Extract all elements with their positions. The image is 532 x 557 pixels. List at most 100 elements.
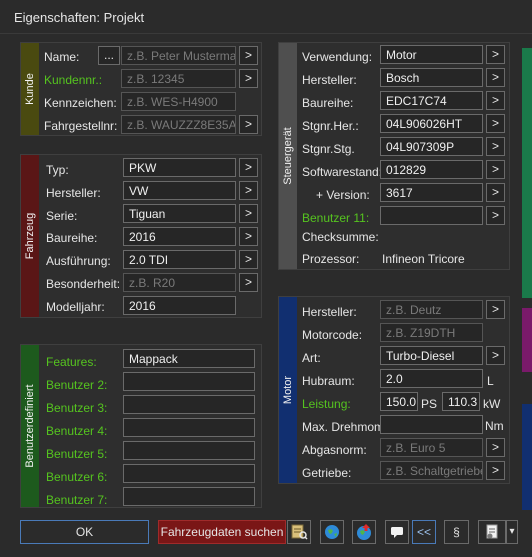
benutzer11-arrow-button[interactable]: > — [486, 206, 505, 225]
benutzer11-field[interactable] — [380, 206, 483, 225]
abgasnorm-arrow-button[interactable]: > — [486, 438, 505, 457]
hersteller-field[interactable]: VW — [123, 181, 236, 200]
serie-field[interactable]: Tiguan — [123, 204, 236, 223]
drehmoment-field[interactable] — [380, 415, 483, 434]
leistung-ps-field[interactable]: 150.0 — [380, 392, 418, 411]
hersteller-arrow-button[interactable]: > — [239, 181, 258, 200]
baureihe-field[interactable]: 2016 — [123, 227, 236, 246]
motor-hersteller-arrow-button[interactable]: > — [486, 300, 505, 319]
fahrzeugdaten-suchen-button[interactable]: Fahrzeugdaten suchen — [158, 520, 286, 544]
ausfuehrung-field[interactable]: 2.0 TDI — [123, 250, 236, 269]
fahrzeug-section-label: Fahrzeug — [24, 212, 36, 260]
version-field[interactable]: 3617 — [380, 183, 483, 202]
sg-baureihe-field[interactable]: EDC17C74 — [380, 91, 483, 110]
features-field[interactable]: Mappack — [123, 349, 255, 368]
sg-hersteller-field[interactable]: Bosch — [380, 68, 483, 87]
database-search-button[interactable] — [287, 520, 311, 544]
features-label: Features: — [46, 355, 97, 369]
benutzer5-field[interactable] — [123, 441, 255, 460]
typ-field[interactable]: PKW — [123, 158, 236, 177]
motor-hersteller-label: Hersteller: — [302, 305, 357, 319]
softwarestand-field[interactable]: 012829 — [380, 160, 483, 179]
paragraph-button[interactable]: § — [444, 520, 469, 544]
motor-strip: Motor — [279, 297, 297, 483]
steuergeraet-section-label: Steuergerät — [282, 127, 294, 185]
softwarestand-arrow-button[interactable]: > — [486, 160, 505, 179]
motor-section-label: Motor — [282, 375, 294, 405]
sg-hersteller-arrow-button[interactable]: > — [486, 68, 505, 87]
leistung-kw-field[interactable]: 110.3 — [442, 392, 480, 411]
benutzer2-field[interactable] — [123, 372, 255, 391]
besonderheit-arrow-button[interactable]: > — [239, 273, 258, 292]
benutzer-strip: Benutzerdefiniert — [21, 345, 39, 507]
art-arrow-button[interactable]: > — [486, 346, 505, 365]
stgnr-stg-label: Stgnr.Stg. — [302, 142, 355, 156]
verwendung-field[interactable]: Motor — [380, 45, 483, 64]
besonderheit-label: Besonderheit: — [46, 277, 121, 291]
benutzer4-label: Benutzer 4: — [46, 424, 108, 438]
benutzer6-field[interactable] — [123, 464, 255, 483]
globe-upload-button[interactable] — [352, 520, 376, 544]
verwendung-label: Verwendung: — [302, 50, 373, 64]
fahrgestell-field[interactable]: z.B. WAUZZZ8E35A235 — [121, 115, 236, 134]
kundennr-field[interactable]: z.B. 12345 — [121, 69, 236, 88]
globe-upload-icon — [357, 524, 371, 540]
benutzer3-field[interactable] — [123, 395, 255, 414]
abgasnorm-field[interactable]: z.B. Euro 5 — [380, 438, 483, 457]
version-arrow-button[interactable]: > — [486, 183, 505, 202]
document-settings-button[interactable] — [478, 520, 506, 544]
benutzer4-field[interactable] — [123, 418, 255, 437]
drehmoment-unit: Nm — [485, 419, 504, 433]
modelljahr-label: Modelljahr: — [46, 300, 105, 314]
besonderheit-field[interactable]: z.B. R20 — [123, 273, 236, 292]
ok-button[interactable]: OK — [20, 520, 149, 544]
sg-baureihe-arrow-button[interactable]: > — [486, 91, 505, 110]
name-dots-button[interactable]: ... — [98, 46, 120, 65]
motorcode-field[interactable]: z.B. Z19DTH — [380, 323, 483, 342]
stgnr-her-field[interactable]: 04L906026HT — [380, 114, 483, 133]
getriebe-label: Getriebe: — [302, 466, 352, 480]
version-label: + Version: — [316, 188, 370, 202]
art-field[interactable]: Turbo-Diesel — [380, 346, 483, 365]
benutzer5-label: Benutzer 5: — [46, 447, 108, 461]
collapse-button[interactable]: << — [412, 520, 436, 544]
typ-arrow-button[interactable]: > — [239, 158, 258, 177]
fahrgestell-arrow-button[interactable]: > — [239, 115, 258, 134]
prozessor-value: Infineon Tricore — [382, 252, 465, 266]
motor-hersteller-field[interactable]: z.B. Deutz — [380, 300, 483, 319]
benutzer7-field[interactable] — [123, 487, 255, 506]
fahrgestell-label: Fahrgestellnr: — [44, 119, 118, 133]
kennzeichen-label: Kennzeichen: — [44, 96, 117, 110]
serie-label: Serie: — [46, 209, 78, 223]
getriebe-field[interactable]: z.B. Schaltgetriebe — [380, 461, 483, 480]
getriebe-arrow-button[interactable]: > — [486, 461, 505, 480]
ausfuehrung-arrow-button[interactable]: > — [239, 250, 258, 269]
database-search-icon — [291, 524, 308, 540]
stgnr-her-arrow-button[interactable]: > — [486, 114, 505, 133]
steuergeraet-strip: Steuergerät — [279, 43, 297, 269]
name-arrow-button[interactable]: > — [239, 46, 258, 65]
baureihe-arrow-button[interactable]: > — [239, 227, 258, 246]
document-gear-icon — [486, 524, 498, 539]
serie-arrow-button[interactable]: > — [239, 204, 258, 223]
hubraum-field[interactable]: 2.0 — [380, 369, 483, 388]
benutzer2-label: Benutzer 2: — [46, 378, 108, 392]
kundennr-arrow-button[interactable]: > — [239, 69, 258, 88]
modelljahr-field[interactable]: 2016 — [123, 296, 236, 315]
sg-hersteller-label: Hersteller: — [302, 73, 357, 87]
stgnr-stg-arrow-button[interactable]: > — [486, 137, 505, 156]
settings-dropdown-button[interactable]: ▾ — [506, 520, 518, 544]
benutzer-section-label: Benutzerdefiniert — [24, 384, 36, 468]
name-field[interactable]: z.B. Peter Mustermann — [121, 46, 236, 65]
benutzer11-label: Benutzer 11: — [302, 211, 370, 225]
kennzeichen-field[interactable]: z.B. WES-H4900 — [121, 92, 236, 111]
right-strip-kommunikation — [522, 404, 532, 510]
typ-label: Typ: — [46, 163, 69, 177]
verwendung-arrow-button[interactable]: > — [486, 45, 505, 64]
comment-button[interactable] — [385, 520, 409, 544]
benutzer3-label: Benutzer 3: — [46, 401, 108, 415]
title-bar: Eigenschaften: Projekt — [0, 0, 532, 34]
globe-button[interactable] — [320, 520, 344, 544]
checksumme-label: Checksumme: — [302, 230, 379, 244]
stgnr-stg-field[interactable]: 04L907309P — [380, 137, 483, 156]
